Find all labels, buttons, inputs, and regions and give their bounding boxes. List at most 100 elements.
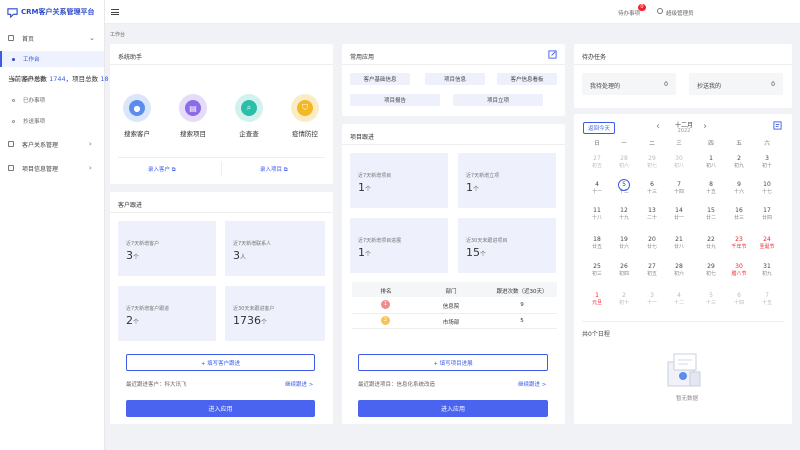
calendar-day[interactable]: 13 二十 (640, 207, 664, 229)
calendar-day[interactable]: 19 廿六 (612, 236, 636, 258)
customer-total: 1744 (49, 75, 66, 83)
calendar-day[interactable]: 28 初六 (667, 263, 691, 285)
day-number: 22 (707, 236, 715, 243)
stat-value: 1736 (233, 314, 261, 327)
calendar-day[interactable]: 10 十七 (755, 181, 779, 203)
calendar-day[interactable]: 6 十三 (640, 181, 664, 203)
edit-icon[interactable] (548, 50, 557, 59)
menu-crm[interactable]: 客户关系管理 › (0, 138, 104, 150)
app-logo[interactable]: CRM客户关系管理平台 (0, 0, 104, 24)
calendar-day[interactable]: 27 初五 (585, 155, 609, 177)
weekday-label: 四 (708, 141, 714, 147)
my-pending[interactable]: 我待处理的 0 (582, 73, 676, 95)
back-to-today-button[interactable]: 返回今天 (583, 122, 615, 134)
project-icon (8, 165, 14, 171)
calendar-day[interactable]: 22 廿九 (699, 236, 723, 258)
add-customer-follow-button[interactable]: + 填写客户跟进 (126, 354, 315, 371)
quick-search-project[interactable]: ▤ 搜索项目 (173, 94, 213, 138)
calendar-day[interactable]: 3 十一 (640, 292, 664, 314)
cc-to-me[interactable]: 抄送我的 0 (689, 73, 783, 95)
calendar-day[interactable]: 9 十六 (727, 181, 751, 203)
stat-new-contacts[interactable]: 近7天新增联系人 3人 (225, 221, 325, 276)
calendar-day[interactable]: 15 廿二 (699, 207, 723, 229)
day-number: 7 (765, 292, 769, 299)
calendar-day[interactable]: 28 初六 (612, 155, 636, 177)
menu-toggle-icon[interactable] (111, 9, 119, 15)
user-menu[interactable]: 超级管理员 (657, 9, 694, 17)
stat-new-customers[interactable]: 近7天新增客户 3个 (118, 221, 216, 276)
calendar-day[interactable]: 14 廿一 (667, 207, 691, 229)
enter-customer-app-button[interactable]: 进入应用 (126, 400, 315, 417)
chevron-right-icon[interactable]: › (703, 121, 707, 132)
calendar-day[interactable]: 21 廿八 (667, 236, 691, 258)
calendar-day[interactable]: 24 圣诞节 (755, 236, 779, 258)
continue-customer-link[interactable]: 继续跟进 > (285, 380, 313, 388)
calendar-day[interactable]: 5 十三 (699, 292, 723, 314)
calendar-day[interactable]: 8 十五 (699, 181, 723, 203)
calendar-day[interactable]: 30 腊八节 (727, 263, 751, 285)
day-number: 1 (709, 155, 713, 162)
calendar-day[interactable]: 12 十九 (612, 207, 636, 229)
quick-epidemic[interactable]: ⛉ 疫情防控 (285, 94, 325, 138)
calendar-day[interactable]: 2 初九 (727, 155, 751, 177)
sidebar-item-done[interactable]: 已办事项 (0, 92, 104, 108)
calendar-day[interactable]: 16 廿三 (727, 207, 751, 229)
add-customer-link[interactable]: 录入客户 ⧉ (148, 165, 176, 174)
chevron-up-icon: ⌄ (89, 34, 95, 42)
calendar-day[interactable]: 31 初九 (755, 263, 779, 285)
enter-project-app-button[interactable]: 进入应用 (358, 400, 548, 417)
add-project-progress-button[interactable]: + 填写项目进展 (358, 354, 548, 371)
calendar-day[interactable]: 3 初十 (755, 155, 779, 177)
lunar-label: 十三 (646, 189, 657, 195)
assistant-title: 系统助手 (118, 54, 143, 61)
app-project-report[interactable]: 项目报告 (350, 94, 440, 106)
calendar-day[interactable]: 1 初八 (699, 155, 723, 177)
calendar-day[interactable]: 7 十四 (667, 181, 691, 203)
calendar-day[interactable]: 25 初三 (585, 263, 609, 285)
app-project-info[interactable]: 项目信息 (425, 73, 485, 85)
sidebar-item-workbench[interactable]: 工作台 (0, 51, 104, 67)
calendar-day[interactable]: 17 廿四 (755, 207, 779, 229)
calendar-day[interactable]: 20 廿七 (640, 236, 664, 258)
stat-new-projects[interactable]: 近7天新增项目 1个 (350, 153, 448, 208)
calendar-day[interactable]: 2 初十 (612, 292, 636, 314)
active-indicator (0, 51, 2, 67)
quick-search-customer[interactable]: ● 搜索客户 (117, 94, 157, 138)
calendar-day[interactable]: 29 初七 (640, 155, 664, 177)
stat-new-approvals[interactable]: 近7天新增立项 1个 (458, 153, 556, 208)
calendar-day[interactable]: 23 千年节 (727, 236, 751, 258)
add-project-link[interactable]: 录入项目 ⧉ (260, 165, 288, 174)
stat-unfollowed-customers[interactable]: 近30天未跟进客户 1736个 (225, 286, 325, 341)
quick-qichacha[interactable]: ⌕ 企查查 (229, 94, 269, 138)
continue-project-link[interactable]: 继续跟进 > (518, 380, 546, 388)
calendar-day[interactable]: 4 十一 (585, 181, 609, 203)
calendar-day[interactable]: 11 十八 (585, 207, 609, 229)
menu-project[interactable]: 项目信息管理 › (0, 162, 104, 174)
stat-new-progress[interactable]: 近7天新增项目进展 1个 (350, 218, 448, 273)
stat-unit: 个 (133, 319, 140, 326)
calendar-day[interactable]: 1 元旦 (585, 292, 609, 314)
calendar-day[interactable]: 27 初五 (640, 263, 664, 285)
app-customer-basic[interactable]: 客户基础信息 (350, 73, 410, 85)
stat-unfollowed-projects[interactable]: 近30天未跟进项目 15个 (458, 218, 556, 273)
calendar-day[interactable]: 26 初四 (612, 263, 636, 285)
calendar-day[interactable]: 18 廿五 (585, 236, 609, 258)
tasks-title: 待办任务 (582, 54, 607, 61)
calendar-day[interactable]: 7 十五 (755, 292, 779, 314)
calendar-day[interactable]: 29 初七 (699, 263, 723, 285)
sidebar-item-cc[interactable]: 抄送事项 (0, 113, 104, 129)
calendar-day[interactable]: 5 十二 (612, 179, 636, 203)
app-customer-board[interactable]: 客户信息看板 (497, 73, 557, 85)
menu-home[interactable]: 首页 ⌄ (0, 32, 104, 44)
lunar-label: 十七 (761, 189, 772, 195)
recent-project: 最近跟进项目：信息化系统改造 (358, 382, 436, 388)
todo-link[interactable]: 待办事项 (618, 9, 640, 17)
app-project-approval[interactable]: 项目立项 (453, 94, 543, 106)
edit-icon[interactable] (773, 121, 782, 130)
stat-new-follows[interactable]: 近7天新增客户跟进 2个 (118, 286, 216, 341)
calendar-day[interactable]: 30 初八 (667, 155, 691, 177)
calendar-day[interactable]: 4 十二 (667, 292, 691, 314)
stat-unit: 个 (365, 251, 372, 258)
lunar-label: 十四 (673, 189, 684, 195)
calendar-day[interactable]: 6 十四 (727, 292, 751, 314)
